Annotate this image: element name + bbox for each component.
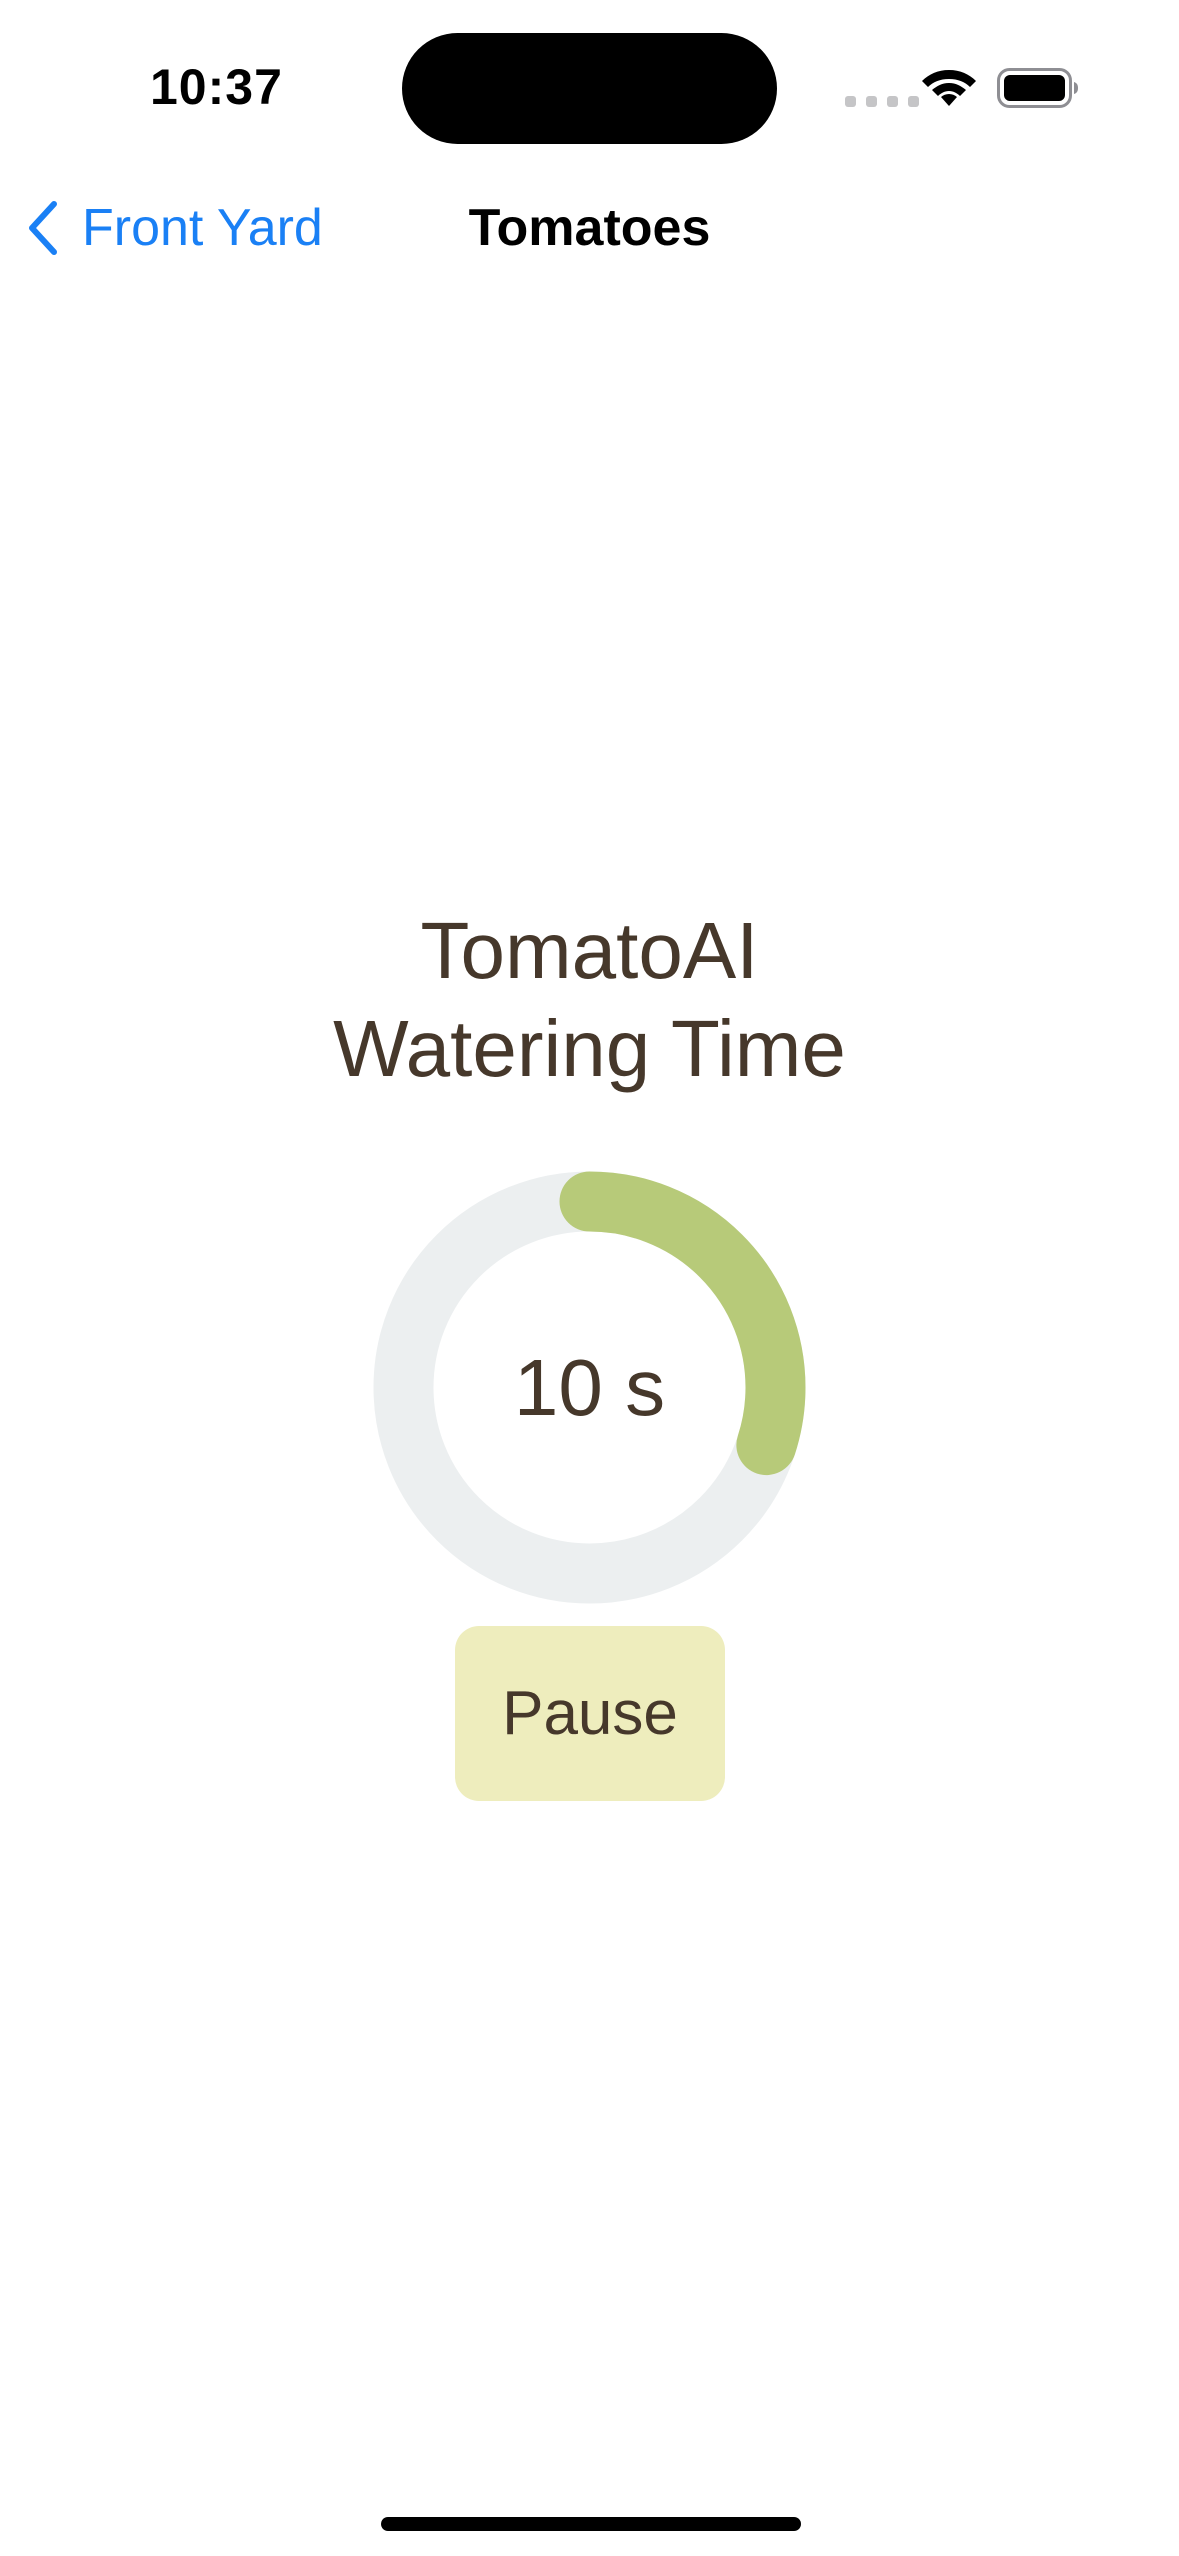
pause-button[interactable]: Pause: [455, 1626, 725, 1801]
page-title-line-1: TomatoAI: [420, 906, 759, 995]
home-indicator[interactable]: [381, 2517, 801, 2531]
dynamic-island: [402, 33, 777, 144]
page-title: TomatoAI Watering Time: [0, 902, 1179, 1098]
page-title-line-2: Watering Time: [333, 1004, 846, 1093]
timer-value: 10 s: [513, 1342, 666, 1432]
nav-title: Tomatoes: [468, 199, 711, 257]
status-bar-time: 10:37: [150, 59, 283, 115]
battery-icon: [997, 68, 1079, 113]
cellular-signal-icon: [845, 96, 919, 107]
wifi-icon: [921, 66, 977, 113]
watering-timer: 10 s: [372, 1170, 807, 1605]
